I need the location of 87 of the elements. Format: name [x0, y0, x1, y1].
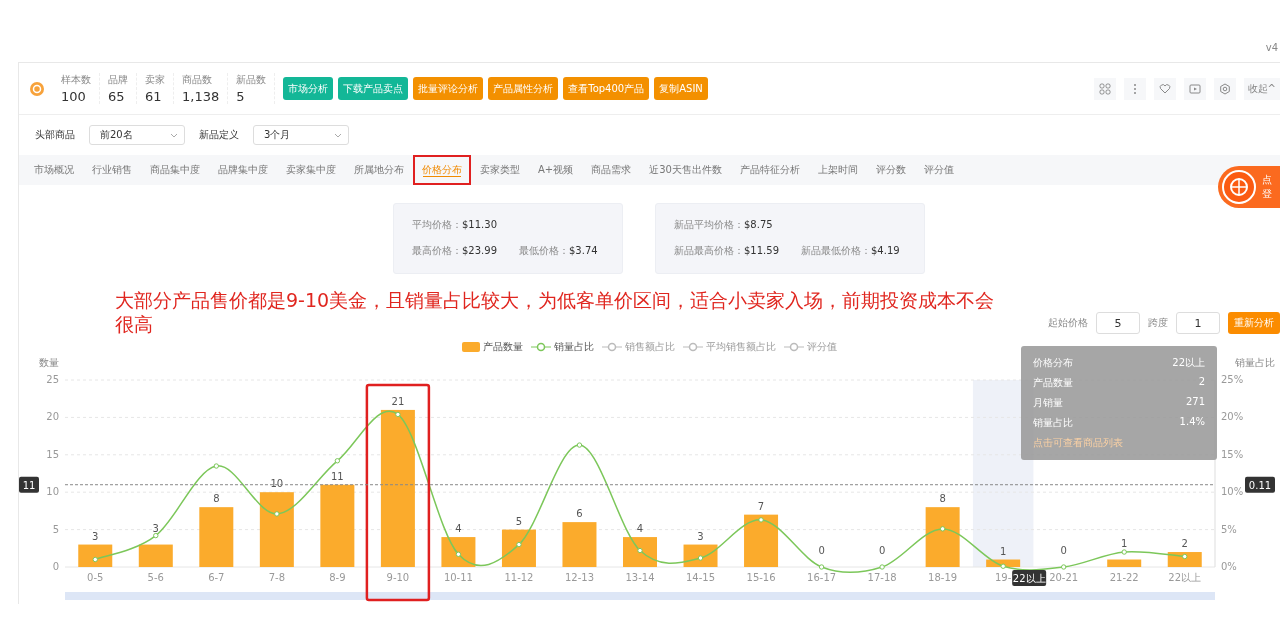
axis-tick: 25%	[1221, 374, 1244, 385]
tooltip-label: 价格分布	[1033, 356, 1073, 370]
axis-title: 销量占比	[1235, 357, 1275, 368]
axis-label: 18-19	[928, 572, 958, 583]
price-stat: 最低价格：$3.74	[519, 244, 598, 258]
bar-value: 0	[1060, 545, 1067, 556]
axis-label: 7-8	[268, 572, 285, 583]
axis-tick: 10	[46, 486, 59, 498]
tooltip-label: 销量占比	[1033, 416, 1073, 430]
stat-value: 61	[145, 89, 163, 104]
bar-value: 0	[818, 545, 825, 556]
bar-value: 3	[697, 530, 704, 542]
bar-value: 3	[92, 530, 99, 542]
axis-label: 13-14	[625, 572, 655, 583]
stat-value: 5	[236, 89, 246, 104]
stat-label: 品牌	[108, 73, 128, 87]
tooltip-label: 月销量	[1033, 396, 1063, 410]
axis-tick: 10%	[1221, 486, 1244, 498]
pointer-label: 22以上	[1012, 570, 1047, 586]
bar-value: 0	[878, 545, 886, 556]
axis-label: 6-7	[208, 572, 225, 583]
axis-label: 12-13	[564, 572, 594, 583]
price-stat: 新品最低价格：$4.19	[801, 244, 900, 258]
price-stat: 最高价格：$23.99	[412, 244, 497, 258]
bar-value: 4	[636, 523, 644, 535]
bar-value: 21	[391, 395, 405, 407]
tooltip-value: 1.4%	[1179, 416, 1205, 429]
stat-value: 65	[108, 89, 126, 104]
axis-label: 17-18	[867, 572, 897, 583]
bar-value: 7	[757, 500, 765, 512]
stat-label: 样本数	[61, 73, 91, 87]
filter-label: 头部商品	[35, 128, 75, 142]
axis-tick: 0	[52, 561, 59, 572]
axis-label: 20-21	[1049, 572, 1079, 583]
stat-value: 1,138	[182, 89, 220, 104]
tooltip-label: 产品数量	[1033, 376, 1073, 390]
bar-value: 11	[331, 470, 344, 482]
axis-title: 数量	[39, 357, 59, 368]
version-label: v4	[1265, 42, 1278, 53]
axis-label: 15-16	[746, 572, 776, 583]
pointer-label: 0.11	[1245, 476, 1275, 493]
tooltip-value: 271	[1185, 396, 1205, 409]
stat-label: 新品数	[236, 73, 267, 87]
bar-value: 1	[1121, 537, 1128, 549]
axis-label: 0-5	[87, 572, 104, 583]
axis-label: 5-6	[147, 572, 164, 583]
bar-value: 1	[999, 545, 1007, 557]
axis-label: 16-17	[807, 572, 837, 583]
axis-tick: 20%	[1221, 411, 1244, 423]
axis-tick: 5%	[1221, 523, 1237, 535]
filter-label: 新品定义	[199, 128, 239, 142]
axis-label: 8-9	[329, 572, 346, 583]
axis-label: 21-22	[1109, 572, 1139, 583]
bar-value: 8	[213, 493, 220, 505]
badge-text: 登	[1262, 187, 1272, 201]
bar-value: 10	[270, 478, 284, 490]
axis-tick: 5	[52, 523, 59, 535]
bar-value: 4	[455, 523, 462, 535]
bar-value: 6	[576, 508, 583, 520]
pointer-label: 11	[19, 476, 39, 493]
bar-value: 8	[939, 493, 946, 505]
price-stat: 新品平均价格：$8.75	[674, 218, 773, 232]
axis-tick: 20	[46, 411, 59, 423]
axis-label: 14-15	[686, 572, 716, 583]
start-price-label: 起始价格	[1048, 316, 1088, 330]
stat-label: 商品数	[182, 73, 213, 87]
axis-label: 19-	[995, 572, 1012, 583]
axis-label: 9-10	[386, 572, 410, 583]
axis-label: 10-11	[443, 572, 473, 583]
axis-label: 22以上	[1168, 572, 1202, 583]
bar-value: 2	[1181, 538, 1188, 550]
stat-value: 100	[61, 89, 87, 104]
axis-label: 11-12	[504, 572, 534, 583]
bar-value: 3	[152, 522, 159, 534]
stat-label: 卖家	[145, 73, 165, 87]
bar-value: 5	[515, 515, 523, 527]
price-stat: 新品最高价格：$11.59	[674, 244, 779, 258]
axis-tick: 0%	[1221, 561, 1237, 572]
price-stat: 平均价格：$11.30	[412, 218, 497, 232]
annotation-note: 大部分产品售价都是9-10美金，且销量占比较大，为低客单价区间，适合小卖家入场，前期投资成本不会很高	[115, 288, 995, 336]
axis-tick: 15	[46, 448, 59, 460]
tooltip-value: 22以上	[1172, 356, 1205, 370]
axis-tick: 15%	[1221, 448, 1244, 460]
tooltip-value: 2	[1198, 376, 1205, 389]
step-label: 跨度	[1148, 316, 1168, 330]
axis-tick: 25	[46, 374, 59, 385]
badge-text: 点	[1262, 173, 1272, 187]
